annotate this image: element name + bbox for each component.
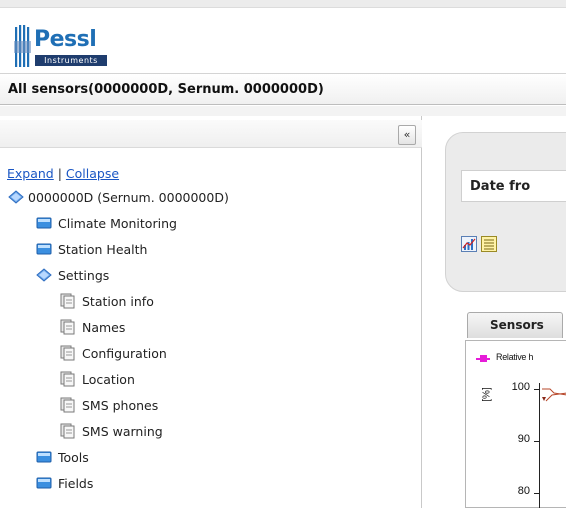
monitor-icon <box>36 243 52 255</box>
date-filter-panel <box>445 132 566 292</box>
page-title-bar: All sensors(0000000D, Sernum. 0000000D) <box>0 73 566 105</box>
tree-node-label: Settings <box>58 268 110 283</box>
monitor-icon <box>36 217 52 229</box>
tree-node-label: Tools <box>58 450 89 465</box>
date-from-field[interactable]: Date fro <box>461 170 566 202</box>
tree-node-label: SMS warning <box>82 424 163 439</box>
page-icon <box>60 423 75 439</box>
chart-icon[interactable] <box>461 236 477 252</box>
link-separator: | <box>53 166 66 181</box>
tree-node-tools[interactable]: Tools <box>36 449 236 467</box>
tree-node-label: SMS phones <box>82 398 159 413</box>
tree-node-station-health[interactable]: Station Health <box>36 241 236 259</box>
y-axis <box>539 383 540 508</box>
tree-node-label: Configuration <box>82 346 167 361</box>
page-icon <box>60 345 75 361</box>
tab-sensors[interactable]: Sensors <box>467 312 563 338</box>
tree-node-label: Names <box>82 320 126 335</box>
monitor-icon <box>36 477 52 489</box>
tree-panel-header: « <box>0 120 422 148</box>
tree-node-station-info[interactable]: Station info <box>60 293 260 311</box>
series-line <box>542 388 566 402</box>
logo-mark-icon <box>14 25 31 67</box>
logo-text: Pessl <box>34 27 97 52</box>
y-tick <box>534 389 539 390</box>
tree-node-configuration[interactable]: Configuration <box>60 345 260 363</box>
y-tick-label: 80 <box>517 485 530 497</box>
y-tick <box>534 493 539 494</box>
header: Pessl Instruments <box>0 9 566 73</box>
legend-entry[interactable]: Relative h <box>496 352 533 362</box>
tree-node-location[interactable]: Location <box>60 371 260 389</box>
tree-node-sms-phones[interactable]: SMS phones <box>60 397 260 415</box>
page-icon <box>60 397 75 413</box>
table-icon[interactable] <box>481 236 497 252</box>
header-spacer <box>0 106 566 116</box>
date-from-label: Date fro <box>470 179 531 194</box>
y-tick-label: 100 <box>511 381 530 393</box>
diamond-folder-icon <box>36 268 52 282</box>
diamond-folder-icon <box>8 190 24 204</box>
tree-node-label: Climate Monitoring <box>58 216 177 231</box>
collapse-panel-button[interactable]: « <box>398 125 416 145</box>
monitor-icon <box>36 451 52 463</box>
tree-node-fields[interactable]: Fields <box>36 475 236 493</box>
tree-node-settings[interactable]: Settings <box>36 267 236 285</box>
top-strip <box>0 0 566 8</box>
y-axis-label: [%] <box>481 387 493 402</box>
logo-subtext: Instruments <box>35 55 107 66</box>
sensor-chart: Relative h [%] 100 90 80 <box>465 340 566 508</box>
page-icon <box>60 319 75 335</box>
page-icon <box>60 293 75 309</box>
tree-node-label: Location <box>82 372 135 387</box>
y-tick <box>534 441 539 442</box>
legend-marker <box>480 355 487 362</box>
content-panel: Date fro Sensors Relative h [%] 100 90 8… <box>423 116 566 508</box>
expand-link[interactable]: Expand <box>7 166 54 181</box>
page-title: All sensors(0000000D, Sernum. 0000000D) <box>8 82 324 97</box>
expand-collapse-links: Expand | Collapse <box>7 166 119 181</box>
tree-node-label: Fields <box>58 476 94 491</box>
tree-node-label: Station info <box>82 294 154 309</box>
tree-node-sms-warning[interactable]: SMS warning <box>60 423 260 441</box>
y-tick-label: 90 <box>517 433 530 445</box>
sensor-tree-panel: « Expand | Collapse 0000000D (Sernum. 00… <box>0 116 422 508</box>
collapse-link[interactable]: Collapse <box>66 166 119 181</box>
page-icon <box>60 371 75 387</box>
tree-node-label: Station Health <box>58 242 148 257</box>
tree-node-names[interactable]: Names <box>60 319 260 337</box>
tree-node-root[interactable]: 0000000D (Sernum. 0000000D) <box>8 189 308 207</box>
pessl-logo[interactable]: Pessl Instruments <box>14 23 124 69</box>
tree-node-climate-monitoring[interactable]: Climate Monitoring <box>36 215 236 233</box>
tree-node-label: 0000000D (Sernum. 0000000D) <box>28 190 229 205</box>
